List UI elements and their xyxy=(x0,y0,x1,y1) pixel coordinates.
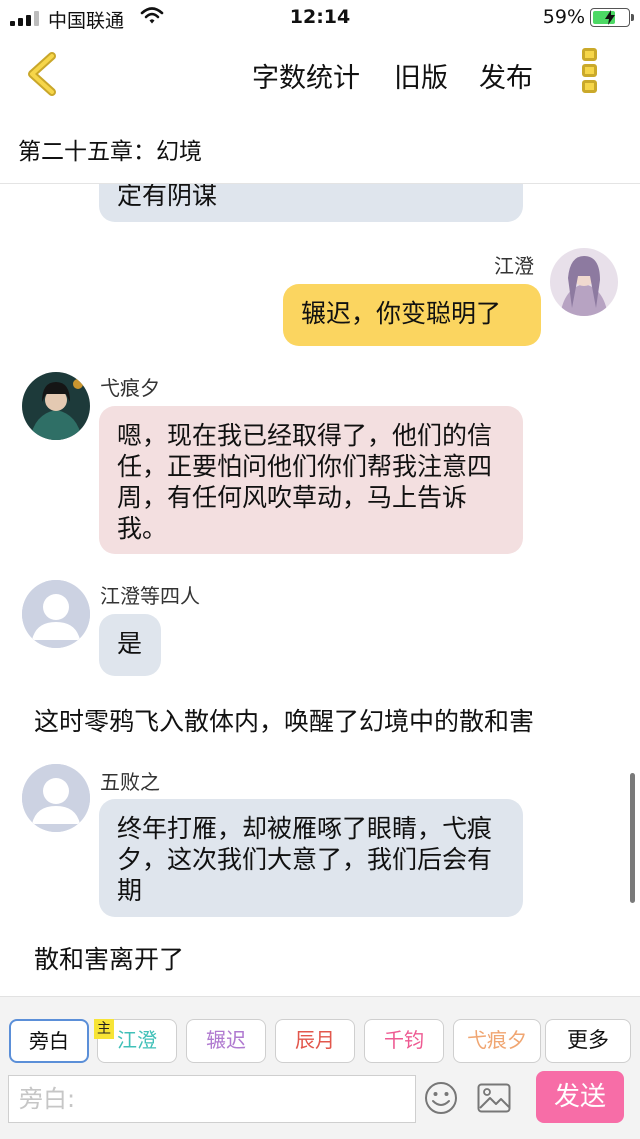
compose-toolbar: 旁白 江澄 主 辗迟 辰月 千钧 弋痕夕 更多 发送 xyxy=(0,996,640,1139)
message-bubble: 定有阴谋 xyxy=(99,184,523,222)
message-bubble: 辗迟，你变聪明了 xyxy=(283,284,541,346)
more-roles-button[interactable]: 更多 xyxy=(545,1019,631,1063)
character-portrait-icon xyxy=(22,372,90,440)
sender-name: 江澄等四人 xyxy=(100,584,200,608)
role-button-qianjun[interactable]: 千钧 xyxy=(364,1019,444,1063)
back-button[interactable] xyxy=(22,52,62,96)
sender-name: 五败之 xyxy=(100,770,160,794)
word-count-button[interactable]: 字数统计 xyxy=(252,56,360,95)
emoji-icon xyxy=(425,1082,457,1114)
message-text: 终年打雁，却被雁啄了眼睛，弋痕夕，这次我们大意了，我们后会有期 xyxy=(117,814,493,905)
default-user-icon xyxy=(22,764,90,832)
battery-icon xyxy=(590,8,634,27)
role-button-narrator[interactable]: 旁白 xyxy=(9,1019,89,1063)
avatar[interactable] xyxy=(22,764,90,832)
menu-button[interactable] xyxy=(575,48,603,100)
message-text: 嗯，现在我已经取得了，他们的信任，正要怕问他们你们帮我注意四周，有任何风吹草动，… xyxy=(117,421,493,543)
sender-name: 江澄 xyxy=(494,254,534,278)
status-bar: 中国联通 12:14 59% xyxy=(0,0,640,36)
avatar[interactable] xyxy=(22,372,90,440)
avatar[interactable] xyxy=(22,580,90,648)
message-input[interactable] xyxy=(8,1075,416,1123)
message-bubble: 是 xyxy=(99,614,161,676)
scrollbar[interactable] xyxy=(630,773,635,903)
message-text: 辗迟，你变聪明了 xyxy=(301,299,502,328)
default-user-icon xyxy=(22,580,90,648)
chevron-left-icon xyxy=(28,52,56,96)
chapter-header: 第二十五章：幻境 xyxy=(0,110,640,184)
main-role-badge: 主 xyxy=(94,1019,114,1039)
message-text: 是 xyxy=(117,629,143,658)
navigation-bar: 字数统计 旧版 发布 xyxy=(0,36,640,110)
chapter-title: 第二十五章：幻境 xyxy=(18,139,202,165)
role-button-yihenxi[interactable]: 弋痕夕 xyxy=(453,1019,541,1063)
charging-bolt-icon xyxy=(605,10,615,25)
message-bubble: 嗯，现在我已经取得了，他们的信任，正要怕问他们你们帮我注意四周，有任何风吹草动，… xyxy=(99,406,523,554)
emoji-button[interactable] xyxy=(424,1081,458,1115)
sender-name: 弋痕夕 xyxy=(100,376,160,400)
old-version-button[interactable]: 旧版 xyxy=(394,56,448,95)
narration-text: 这时零鸦飞入散体内，唤醒了幻境中的散和害 xyxy=(34,707,535,736)
role-button-zhanchi[interactable]: 辗迟 xyxy=(186,1019,266,1063)
narration-text: 散和害离开了 xyxy=(34,945,185,974)
role-button-chenyue[interactable]: 辰月 xyxy=(275,1019,355,1063)
battery-percent: 59% xyxy=(542,6,585,28)
menu-icon xyxy=(575,48,603,93)
image-icon xyxy=(477,1083,511,1113)
avatar[interactable] xyxy=(550,248,618,316)
character-portrait-icon xyxy=(550,248,618,316)
message-text: 定有阴谋 xyxy=(117,184,218,210)
send-button[interactable]: 发送 xyxy=(536,1071,624,1123)
chat-area[interactable]: 定有阴谋 江澄 辗迟，你变聪明了 弋痕夕 嗯，现在我已经取得了，他们的信任，正要… xyxy=(0,184,640,996)
message-bubble: 终年打雁，却被雁啄了眼睛，弋痕夕，这次我们大意了，我们后会有期 xyxy=(99,799,523,917)
image-button[interactable] xyxy=(477,1083,511,1113)
publish-button[interactable]: 发布 xyxy=(479,56,533,95)
